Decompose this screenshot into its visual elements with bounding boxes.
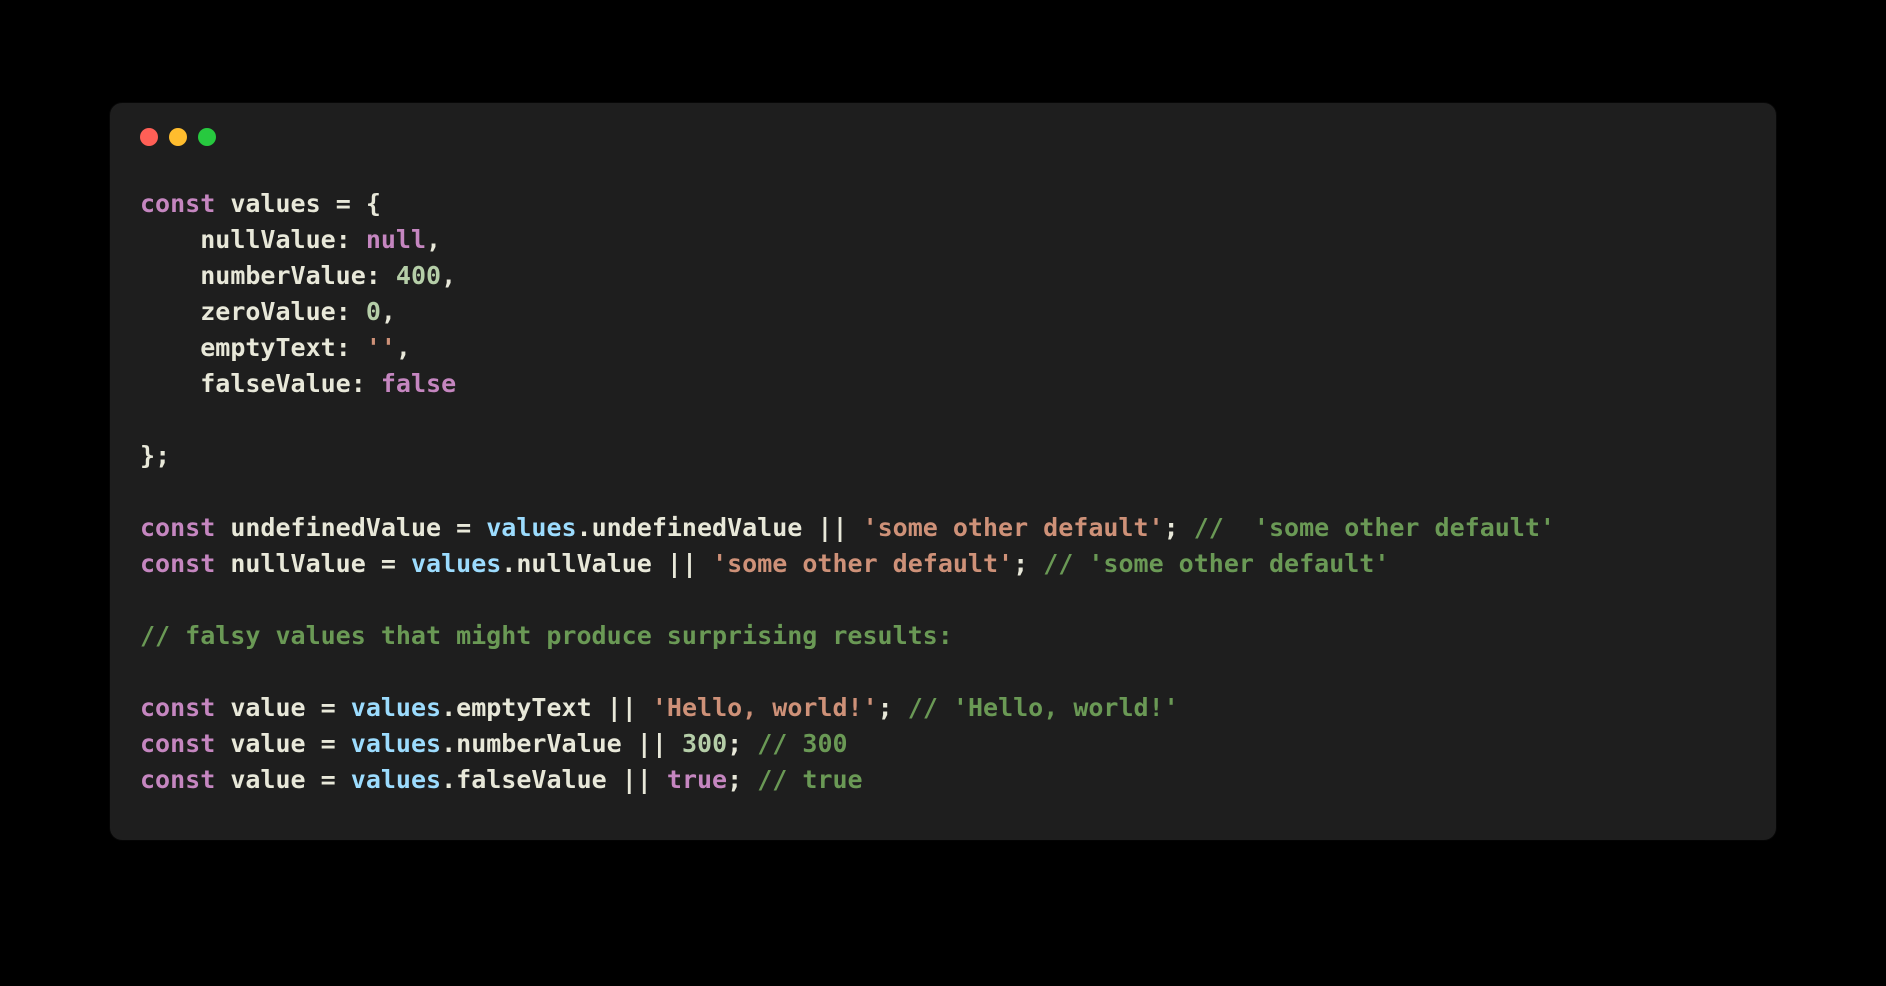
- colon: :: [336, 225, 351, 254]
- operator-equals: =: [336, 189, 351, 218]
- identifier-nullValue: nullValue: [230, 549, 365, 578]
- comma: ,: [426, 225, 441, 254]
- keyword-const: const: [140, 729, 215, 758]
- number-400: 400: [396, 261, 441, 290]
- operator-equals: =: [321, 765, 336, 794]
- operator-or: ||: [637, 729, 667, 758]
- window-controls: [140, 128, 1746, 146]
- var-values: values: [351, 765, 441, 794]
- var-values: values: [351, 693, 441, 722]
- code-block: const values = { nullValue: null, number…: [140, 186, 1746, 798]
- number-0: 0: [366, 297, 381, 326]
- var-values: values: [486, 513, 576, 542]
- keyword-false: false: [381, 369, 456, 398]
- semicolon: ;: [1164, 513, 1179, 542]
- comment-true: // true: [757, 765, 862, 794]
- prop-falseValue: falseValue: [200, 369, 351, 398]
- dot: .: [441, 693, 456, 722]
- prop-undefinedValue: undefinedValue: [592, 513, 803, 542]
- identifier-value: value: [230, 729, 305, 758]
- identifier-value: value: [230, 693, 305, 722]
- semicolon: ;: [1013, 549, 1028, 578]
- prop-nullValue: nullValue: [516, 549, 651, 578]
- semicolon: ;: [155, 441, 170, 470]
- keyword-const: const: [140, 189, 215, 218]
- semicolon: ;: [727, 729, 742, 758]
- keyword-null: null: [366, 225, 426, 254]
- comment-undefined: // 'some other default': [1194, 513, 1555, 542]
- string-default: 'some other default': [712, 549, 1013, 578]
- semicolon: ;: [727, 765, 742, 794]
- comment-300: // 300: [757, 729, 847, 758]
- colon: :: [336, 297, 351, 326]
- identifier-undefinedValue: undefinedValue: [230, 513, 441, 542]
- string-empty: '': [366, 333, 396, 362]
- keyword-const: const: [140, 765, 215, 794]
- keyword-const: const: [140, 549, 215, 578]
- var-values: values: [411, 549, 501, 578]
- comment-null: // 'some other default': [1043, 549, 1389, 578]
- dot: .: [441, 729, 456, 758]
- brace-close: }: [140, 441, 155, 470]
- var-values: values: [351, 729, 441, 758]
- operator-equals: =: [456, 513, 471, 542]
- colon: :: [336, 333, 351, 362]
- prop-nullValue: nullValue: [200, 225, 335, 254]
- close-icon[interactable]: [140, 128, 158, 146]
- dot: .: [577, 513, 592, 542]
- keyword-const: const: [140, 693, 215, 722]
- operator-equals: =: [321, 693, 336, 722]
- comment-falsy: // falsy values that might produce surpr…: [140, 621, 953, 650]
- prop-emptyText: emptyText: [200, 333, 335, 362]
- comment-hello: // 'Hello, world!': [908, 693, 1179, 722]
- string-hello: 'Hello, world!': [652, 693, 878, 722]
- operator-equals: =: [321, 729, 336, 758]
- prop-emptyText: emptyText: [456, 693, 591, 722]
- number-300: 300: [682, 729, 727, 758]
- dot: .: [501, 549, 516, 578]
- string-default: 'some other default': [863, 513, 1164, 542]
- zoom-icon[interactable]: [198, 128, 216, 146]
- operator-or: ||: [817, 513, 847, 542]
- brace-open: {: [366, 189, 381, 218]
- identifier-values: values: [230, 189, 320, 218]
- prop-zeroValue: zeroValue: [200, 297, 335, 326]
- code-window: const values = { nullValue: null, number…: [110, 103, 1776, 840]
- keyword-true: true: [667, 765, 727, 794]
- operator-or: ||: [667, 549, 697, 578]
- prop-numberValue: numberValue: [200, 261, 366, 290]
- keyword-const: const: [140, 513, 215, 542]
- minimize-icon[interactable]: [169, 128, 187, 146]
- operator-or: ||: [622, 765, 652, 794]
- prop-numberValue: numberValue: [456, 729, 622, 758]
- identifier-value: value: [230, 765, 305, 794]
- colon: :: [366, 261, 381, 290]
- comma: ,: [441, 261, 456, 290]
- semicolon: ;: [878, 693, 893, 722]
- comma: ,: [381, 297, 396, 326]
- dot: .: [441, 765, 456, 794]
- operator-equals: =: [381, 549, 396, 578]
- prop-falseValue: falseValue: [456, 765, 607, 794]
- colon: :: [351, 369, 366, 398]
- comma: ,: [396, 333, 411, 362]
- operator-or: ||: [607, 693, 637, 722]
